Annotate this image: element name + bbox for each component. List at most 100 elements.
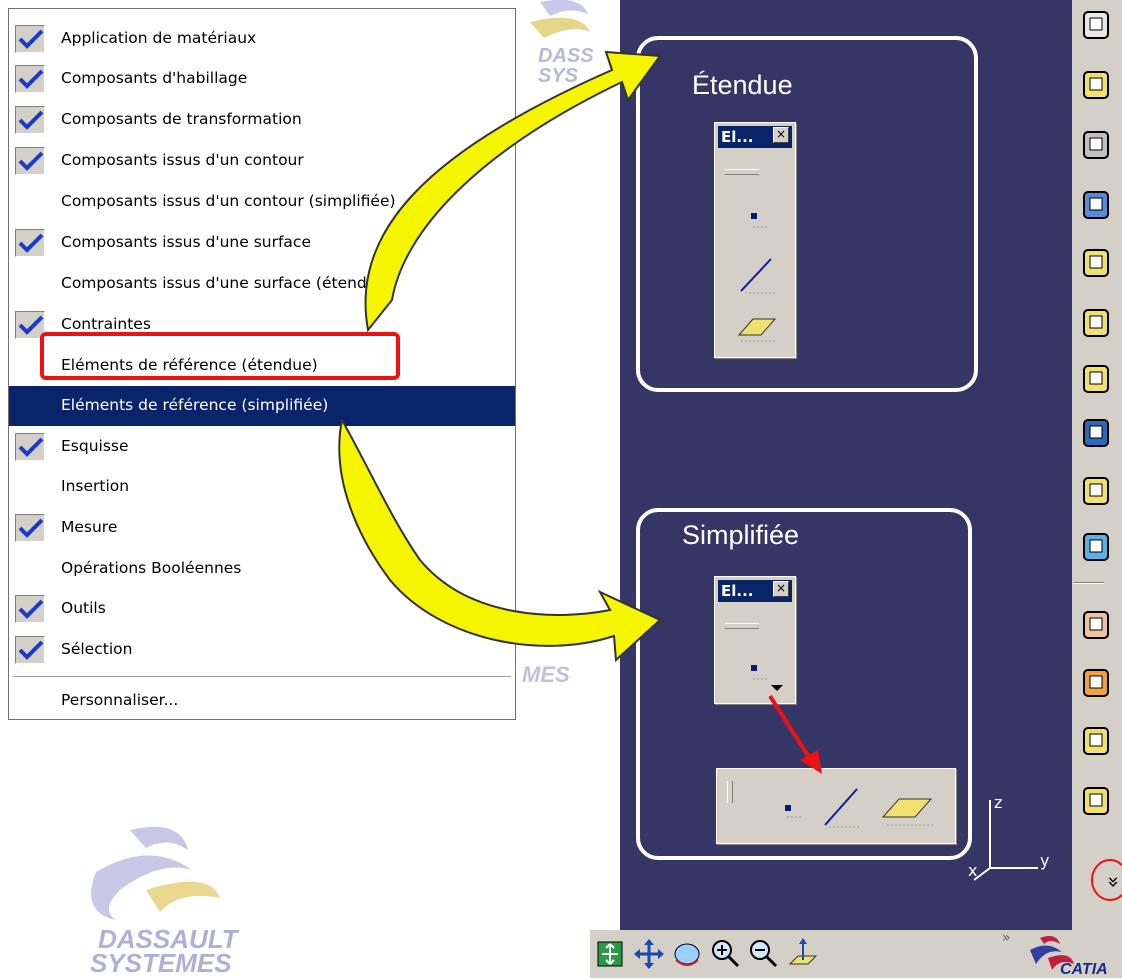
menu-item[interactable]: Composants issus d'un contour (simplifié… — [9, 182, 515, 222]
reference-elements-extended-toolbar[interactable]: El... × — [714, 122, 796, 358]
menu-item-label: Esquisse — [61, 437, 129, 455]
fit-all-icon[interactable] — [594, 936, 628, 972]
menu-item-label: Mesure — [61, 518, 118, 536]
menu-item[interactable]: Opérations Booléennes — [9, 549, 515, 589]
toolbars-context-menu: Application de matériaux Composants d'hab… — [8, 8, 516, 720]
menu-item[interactable]: Mesure — [9, 508, 515, 548]
shaft-icon[interactable] — [1076, 126, 1116, 164]
slot-icon[interactable] — [1076, 360, 1116, 398]
menu-item[interactable]: Insertion — [9, 467, 515, 507]
menu-item-label: Composants d'habillage — [61, 69, 248, 87]
rib-icon[interactable] — [1076, 304, 1116, 342]
extended-panel-title: Étendue — [692, 70, 793, 100]
point-icon[interactable] — [737, 655, 787, 699]
pad-icon[interactable] — [1076, 6, 1116, 44]
fillet-icon[interactable] — [1076, 606, 1116, 644]
axis-compass: z y x — [968, 793, 1049, 881]
axis-label-z: z — [994, 793, 1002, 812]
checkmark-icon — [15, 636, 45, 664]
menu-item-label: Composants issus d'une surface (étendue) — [61, 274, 393, 292]
menu-item-label: Application de matériaux — [61, 29, 257, 47]
menu-item[interactable]: Application de matériaux — [9, 19, 515, 59]
extended-panel: Étendue — [636, 36, 978, 392]
checkmark-icon — [15, 311, 45, 339]
menu-item[interactable]: Outils — [9, 589, 515, 629]
menu-item-label: Eléments de référence (simplifiée) — [61, 396, 329, 414]
line-icon[interactable] — [737, 253, 777, 297]
pan-icon[interactable] — [632, 936, 666, 972]
multi-section-solid-icon[interactable] — [1076, 472, 1116, 510]
hole-icon[interactable] — [1076, 244, 1116, 282]
toolbar-grip[interactable] — [725, 623, 759, 629]
dassault-watermark-logo-bottom: DASSAULT SYSTEMES — [90, 826, 240, 978]
menu-item[interactable]: Composants issus d'un contour — [9, 141, 515, 181]
axis-label-x: x — [968, 861, 977, 880]
shell-icon[interactable] — [1076, 782, 1116, 820]
menu-item[interactable]: Composants de transformation — [9, 100, 515, 140]
checkmark-icon — [15, 229, 45, 257]
menu-item[interactable]: Esquisse — [9, 427, 515, 467]
menu-item[interactable]: Sélection — [9, 630, 515, 670]
watermark-text-small2: SYS — [538, 65, 579, 87]
zoom-out-icon[interactable] — [746, 936, 780, 972]
checkmark-icon — [15, 433, 45, 461]
close-button[interactable]: × — [773, 581, 789, 597]
close-button[interactable]: × — [773, 127, 789, 143]
line-icon[interactable] — [819, 781, 865, 831]
checkmark-icon — [15, 595, 45, 623]
removed-multi-section-solid-icon[interactable] — [1076, 528, 1116, 566]
menu-item-label: Composants issus d'une surface — [61, 233, 311, 251]
normal-view-icon[interactable] — [786, 936, 820, 972]
menu-separator — [13, 676, 511, 678]
customize-menu-item[interactable]: Personnaliser... — [9, 681, 515, 721]
menu-item-label: Opérations Booléennes — [61, 559, 242, 577]
reference-elements-simplified-toolbar[interactable]: El... × — [714, 576, 796, 704]
menu-item[interactable]: Eléments de référence (simplifiée) — [9, 386, 515, 426]
draft-icon[interactable] — [1076, 722, 1116, 760]
menu-item-label: Composants issus d'un contour (simplifié… — [61, 192, 396, 210]
watermark-text-mes: MES — [522, 662, 570, 687]
toolbar-grip[interactable] — [727, 781, 733, 803]
catia-logo: CATIA — [1030, 936, 1108, 978]
toolbar-separator — [1074, 582, 1104, 584]
menu-item-label: Sélection — [61, 640, 133, 658]
stiffener-icon[interactable] — [1076, 414, 1116, 452]
menu-item-label: Eléments de référence (étendue) — [61, 356, 318, 374]
svg-text:CATIA: CATIA — [1060, 961, 1108, 978]
menu-item-label: Personnaliser... — [61, 691, 179, 709]
dassault-watermark-logo-top: DASS SYS — [530, 0, 594, 87]
svg-text:MES: MES — [522, 662, 570, 687]
menu-item[interactable]: Eléments de référence (étendue) — [9, 346, 515, 386]
chamfer-icon[interactable] — [1076, 664, 1116, 702]
point-icon[interactable] — [737, 203, 773, 239]
checkmark-icon — [15, 106, 45, 134]
zoom-in-icon[interactable] — [708, 936, 742, 972]
menu-item[interactable]: Composants d'habillage — [9, 59, 515, 99]
plane-icon[interactable] — [735, 313, 779, 345]
reference-elements-flyout-toolbar[interactable] — [716, 768, 956, 844]
menu-item[interactable]: Contraintes — [9, 305, 515, 345]
checkmark-icon — [15, 514, 45, 542]
menu-item-label: Insertion — [61, 477, 130, 495]
axis-label-y: y — [1040, 851, 1049, 870]
pocket-icon[interactable] — [1076, 66, 1116, 104]
menu-item-label: Outils — [61, 599, 106, 617]
groove-icon[interactable] — [1076, 186, 1116, 224]
watermark-text-line2: SYSTEMES — [90, 948, 232, 978]
checkmark-icon — [15, 147, 45, 175]
menu-item-label: Composants issus d'un contour — [61, 151, 304, 169]
checkmark-icon — [15, 25, 45, 53]
checkmark-icon — [15, 65, 45, 93]
bottom-more-chevron[interactable]: » — [1002, 930, 1011, 946]
toolbar-grip[interactable] — [725, 169, 759, 175]
dropdown-arrow-icon — [771, 685, 783, 691]
watermark-text-small1: DASS — [538, 45, 594, 67]
menu-item-label: Composants de transformation — [61, 110, 302, 128]
plane-icon[interactable] — [879, 791, 937, 831]
menu-item-label: Contraintes — [61, 315, 151, 333]
simplified-panel-title: Simplifiée — [682, 520, 800, 550]
menu-item[interactable]: Composants issus d'une surface (étendue) — [9, 264, 515, 304]
menu-item[interactable]: Composants issus d'une surface — [9, 223, 515, 263]
point-icon[interactable] — [771, 795, 811, 831]
rotate-icon[interactable] — [670, 936, 704, 972]
